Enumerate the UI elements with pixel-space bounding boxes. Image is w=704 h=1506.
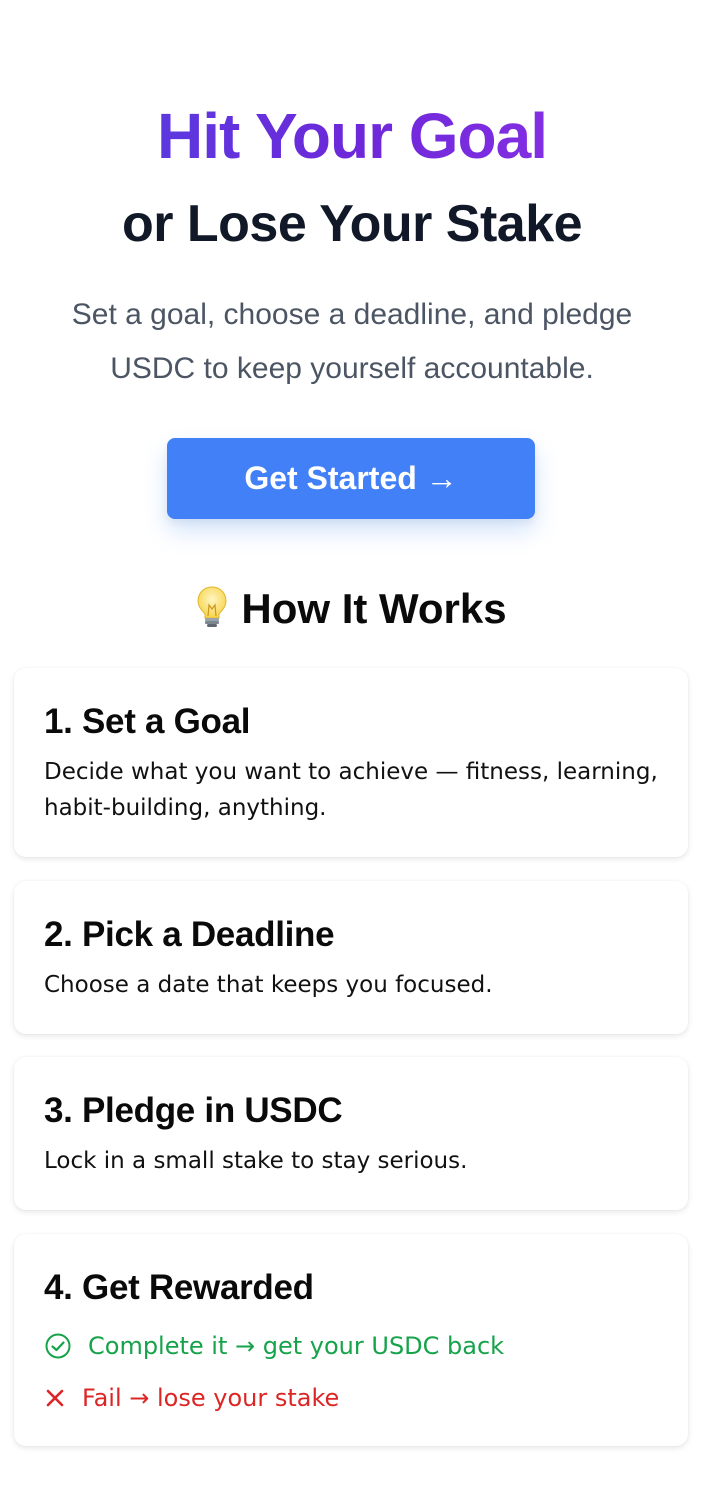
hero-subheadline: or Lose Your Stake: [121, 195, 583, 253]
step-description: Decide what you want to achieve — fitnes…: [44, 759, 658, 821]
step-card: 1. Set a Goal Decide what you want to ac…: [14, 668, 688, 857]
step-title: 1. Set a Goal: [44, 702, 251, 741]
step-card: 3. Pledge in USDC Lock in a small stake …: [14, 1057, 688, 1210]
success-outcome: Complete it → get your USDC back: [44, 1328, 658, 1364]
step-title: 3. Pledge in USDC: [44, 1091, 343, 1130]
check-circle-icon: [44, 1332, 72, 1360]
hero-subtitle: Set a goal, choose a deadline, and pledg…: [71, 298, 633, 385]
step-card: 4. Get Rewarded Complete it → get your U…: [14, 1234, 688, 1446]
how-it-works-title: How It Works: [241, 585, 507, 632]
hero-headline: Hit Your Goal: [0, 96, 704, 176]
success-outcome-text: Complete it → get your USDC back: [88, 1332, 505, 1360]
step-description: Choose a date that keeps you focused.: [44, 972, 493, 998]
x-icon: [44, 1387, 66, 1409]
how-it-works-heading: How It Works: [0, 578, 704, 646]
get-started-button[interactable]: Get Started →: [167, 438, 535, 519]
step-description: Lock in a small stake to stay serious.: [44, 1148, 468, 1174]
lightbulb-icon: [197, 584, 227, 646]
step-card: 2. Pick a Deadline Choose a date that ke…: [14, 881, 688, 1034]
fail-outcome-text: Fail → lose your stake: [82, 1384, 340, 1412]
fail-outcome: Fail → lose your stake: [44, 1380, 658, 1416]
step-title: 2. Pick a Deadline: [44, 915, 335, 954]
step-title: 4. Get Rewarded: [44, 1268, 314, 1307]
